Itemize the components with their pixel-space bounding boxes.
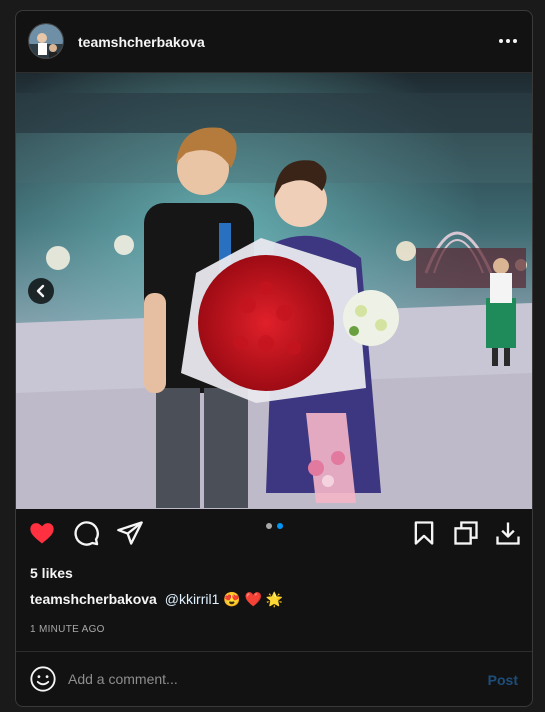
carousel-dot[interactable] <box>266 523 272 529</box>
avatar[interactable] <box>28 23 64 59</box>
caption: teamshcherbakova @kkirril1 😍 ❤️ 🌟 <box>30 591 283 608</box>
comment-input[interactable] <box>68 666 468 692</box>
post-image[interactable] <box>16 73 532 509</box>
carousel-dot-active[interactable] <box>277 523 283 529</box>
post-timestamp: 1 MINUTE AGO <box>30 624 105 635</box>
post-header: teamshcherbakova <box>16 11 532 73</box>
like-count[interactable]: 5 likes <box>30 565 73 581</box>
caption-username[interactable]: teamshcherbakova <box>30 591 157 607</box>
more-horizontal-icon[interactable] <box>498 33 518 49</box>
bookmark-icon[interactable] <box>410 519 438 547</box>
post-card: teamshcherbakova 5 likes teamshcherbakov… <box>15 10 533 707</box>
post-comment-button[interactable]: Post <box>488 672 518 688</box>
download-icon[interactable] <box>494 519 522 547</box>
copy-icon[interactable] <box>452 519 480 547</box>
smiley-icon[interactable] <box>29 665 57 693</box>
post-username[interactable]: teamshcherbakova <box>78 34 205 50</box>
caption-emojis: 😍 ❤️ 🌟 <box>223 591 284 607</box>
heart-filled-icon[interactable] <box>28 519 56 547</box>
action-bar <box>16 509 532 557</box>
comment-icon[interactable] <box>72 519 100 547</box>
caption-mention[interactable]: @kkirril1 <box>165 591 220 607</box>
send-icon[interactable] <box>116 519 144 547</box>
carousel-prev-button[interactable] <box>28 278 54 304</box>
carousel-dots <box>266 523 283 529</box>
comment-bar: Post <box>16 651 532 706</box>
